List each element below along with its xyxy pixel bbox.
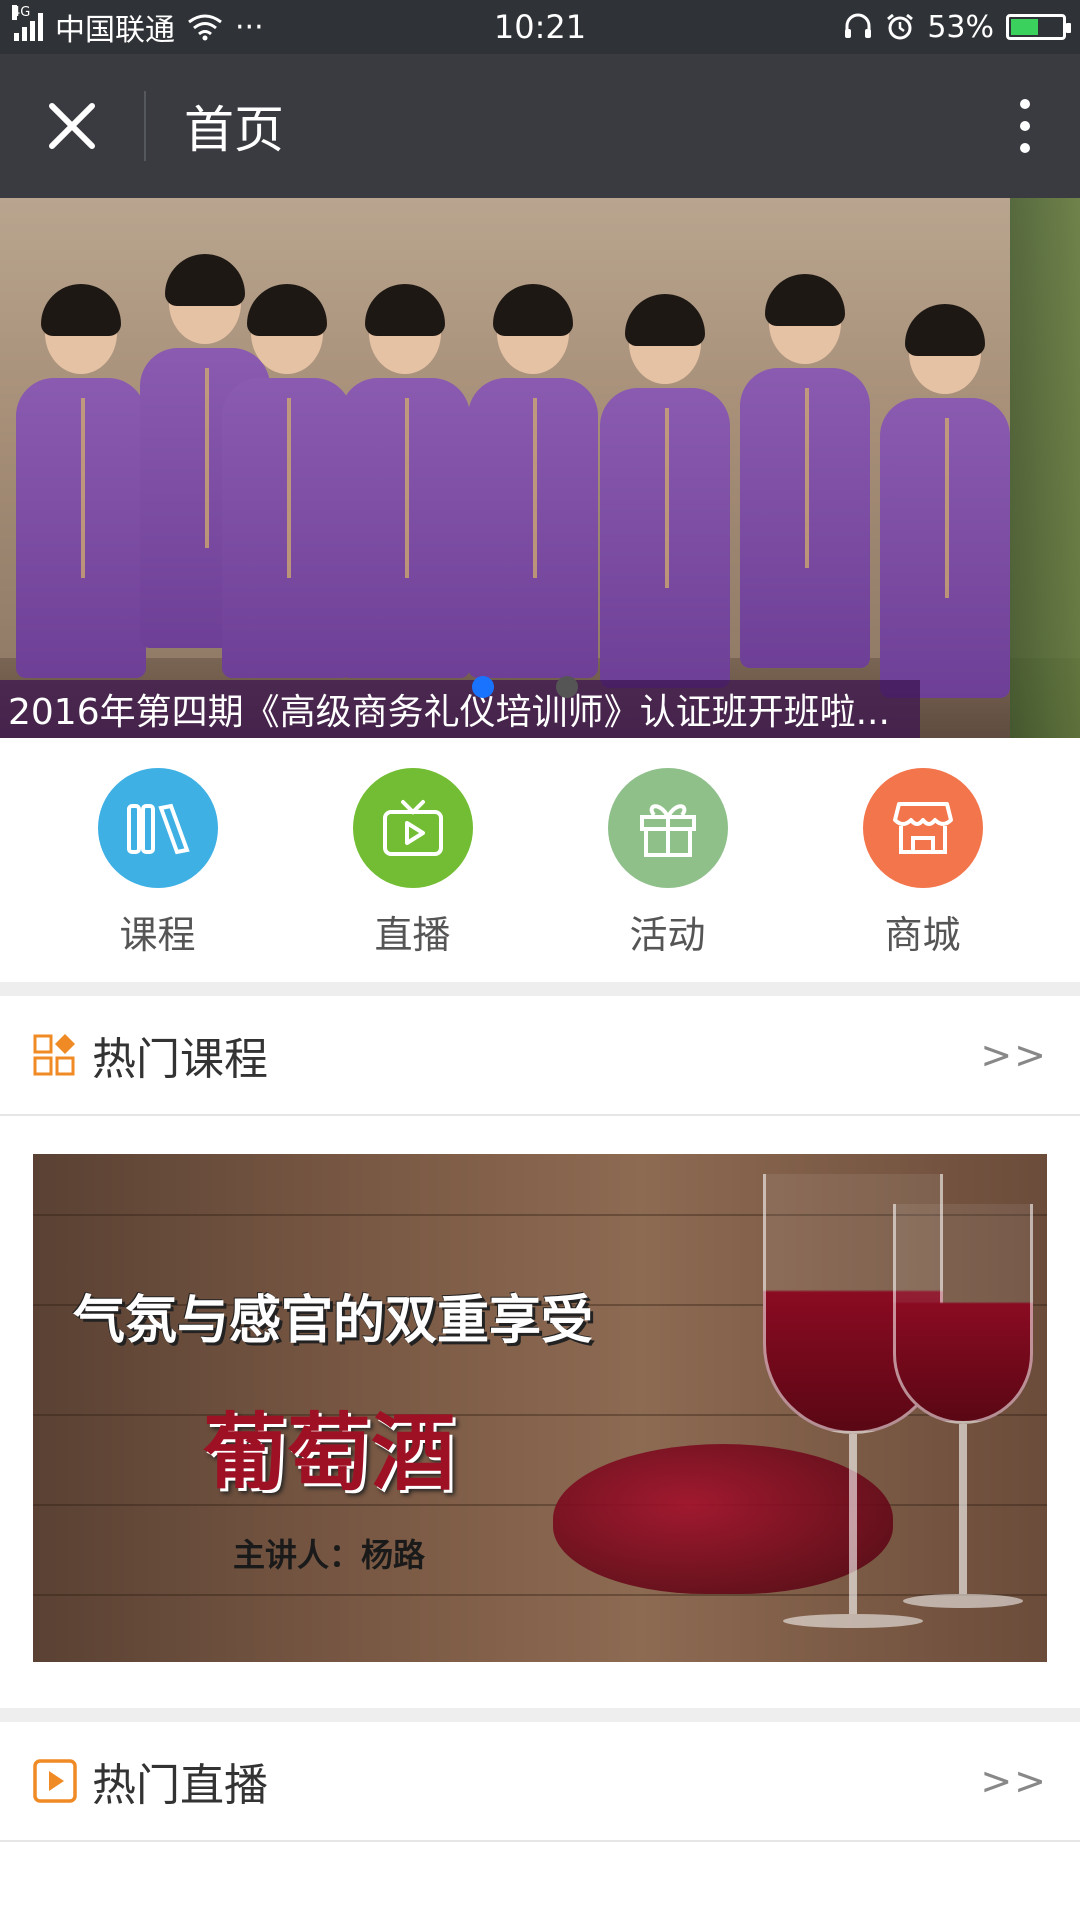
battery-percent: 53% bbox=[927, 9, 994, 45]
course-card[interactable]: 气氛与感官的双重享受 葡萄酒 主讲人：杨路 bbox=[33, 1154, 1047, 1662]
carousel-dots bbox=[472, 676, 578, 698]
title-bar: 首页 bbox=[0, 54, 1080, 198]
nav-store-label: 商城 bbox=[884, 913, 961, 957]
status-bar: 4G 中国联通 ··· 10:21 53% bbox=[0, 0, 1080, 54]
wifi-icon bbox=[188, 14, 222, 41]
nav-activity[interactable]: 活动 bbox=[568, 768, 768, 959]
banner-photo-figure bbox=[740, 274, 870, 668]
nav-course[interactable]: 课程 bbox=[58, 768, 258, 959]
close-icon bbox=[49, 103, 95, 149]
title-divider bbox=[144, 91, 146, 161]
status-left: 4G 中国联通 ··· bbox=[12, 5, 264, 49]
section-gap bbox=[0, 982, 1080, 996]
store-icon bbox=[862, 768, 983, 888]
banner-photo-figure bbox=[222, 284, 352, 678]
banner-photo-figure bbox=[600, 294, 730, 688]
close-button[interactable] bbox=[0, 54, 144, 198]
page-title: 首页 bbox=[184, 101, 284, 159]
section-gap bbox=[0, 1708, 1080, 1722]
hot-live-header[interactable]: 热门直播 >> bbox=[0, 1722, 1080, 1842]
more-notifications: ··· bbox=[235, 9, 264, 45]
tv-icon bbox=[352, 768, 473, 888]
carrier-name: 中国联通 bbox=[55, 13, 175, 48]
course-speaker: 主讲人：杨路 bbox=[233, 1536, 426, 1574]
battery-fill bbox=[1011, 19, 1038, 35]
carousel-dot[interactable] bbox=[556, 676, 578, 698]
nav-store[interactable]: 商城 bbox=[823, 768, 1023, 959]
banner-carousel[interactable]: 2016年第四期《高级商务礼仪培训师》认证班开班啦... bbox=[0, 198, 1080, 738]
headset-icon bbox=[845, 13, 872, 38]
course-title: 葡萄酒 bbox=[203, 1404, 456, 1502]
gift-icon bbox=[607, 768, 728, 888]
hot-courses-more-link[interactable]: >> bbox=[980, 1033, 1048, 1077]
banner-caption: 2016年第四期《高级商务礼仪培训师》认证班开班啦... bbox=[0, 680, 920, 738]
carousel-dot-active[interactable] bbox=[472, 676, 494, 698]
banner-photo-figure bbox=[468, 284, 598, 678]
status-right: 53% bbox=[843, 9, 1071, 45]
grid-icon bbox=[33, 1034, 75, 1076]
hot-live-more-link[interactable]: >> bbox=[980, 1759, 1048, 1803]
hot-live-title: 热门直播 bbox=[92, 1760, 268, 1811]
nav-course-label: 课程 bbox=[119, 913, 196, 957]
quick-nav: 课程 直播 活动 商城 bbox=[0, 738, 1080, 982]
hot-courses-header[interactable]: 热门课程 >> bbox=[0, 996, 1080, 1116]
books-icon bbox=[97, 768, 218, 888]
banner-photo-figure bbox=[880, 304, 1010, 698]
more-vertical-icon bbox=[1020, 99, 1030, 109]
nav-activity-label: 活动 bbox=[629, 913, 706, 957]
nav-live-label: 直播 bbox=[374, 913, 451, 957]
play-icon bbox=[33, 1759, 77, 1803]
network-type: 4G bbox=[12, 5, 31, 20]
signal-icon: 4G bbox=[12, 5, 43, 41]
nav-live[interactable]: 直播 bbox=[313, 768, 513, 959]
more-menu-button[interactable] bbox=[970, 54, 1080, 198]
course-subtitle: 气氛与感官的双重享受 bbox=[73, 1291, 594, 1351]
wine-glass-image bbox=[893, 1204, 1033, 1608]
banner-photo-figure bbox=[16, 284, 146, 678]
hot-courses-title: 热门课程 bbox=[92, 1034, 268, 1085]
banner-photo-figure bbox=[340, 284, 470, 678]
battery-icon bbox=[1006, 14, 1071, 40]
alarm-icon bbox=[887, 13, 914, 40]
